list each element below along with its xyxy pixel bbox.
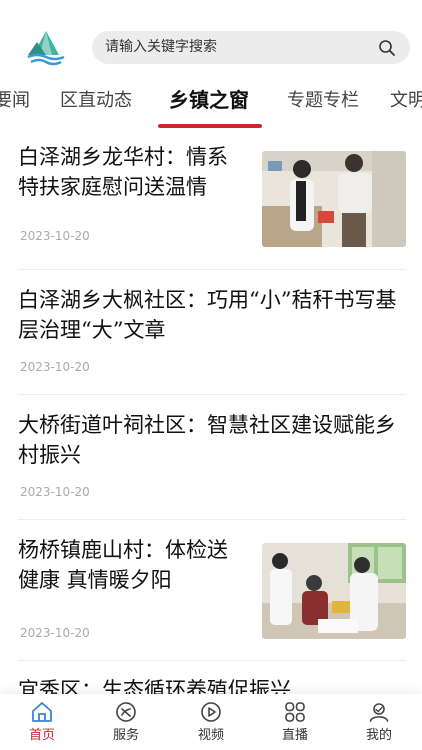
tab-quzhi-dongtai[interactable]: 区直动态 (60, 89, 132, 113)
service-icon (116, 702, 136, 722)
article-card[interactable]: 宜秀区：生态循环养殖促振兴 (18, 675, 406, 695)
article-title: 白泽湖乡龙华村：情系特扶家庭慰问送温情 (18, 145, 228, 199)
article-title: 白泽湖乡大枫社区：巧用“小”秸秆书写基层治理“大”文章 (18, 288, 397, 342)
feed-divider (18, 269, 406, 270)
article-thumbnail (262, 151, 406, 247)
tab-wenming[interactable]: 文明 (390, 89, 422, 113)
home-icon (32, 702, 52, 722)
nav-label: 服务 (112, 728, 139, 743)
article-feed: 白泽湖乡龙华村：情系特扶家庭慰问送温情 2023-10-20 白泽湖乡大枫社区：… (0, 130, 422, 695)
article-title: 杨桥镇鹿山村：体检送健康 真情暖夕阳 (18, 538, 228, 592)
article-card[interactable]: 大桥街道叶祠社区：智慧社区建设赋能乡村振兴 2023-10-20 (18, 410, 406, 515)
article-date: 2023-10-20 (20, 626, 90, 640)
category-tabs: 要闻 区直动态 乡镇之窗 专题专栏 文明 (0, 80, 422, 130)
article-card[interactable]: 杨桥镇鹿山村：体检送健康 真情暖夕阳 2023-10-20 (18, 535, 406, 655)
search-placeholder: 请输入关键字搜索 (105, 39, 217, 55)
nav-label: 视频 (197, 728, 224, 743)
article-thumbnail (262, 543, 406, 639)
feed-divider (18, 394, 406, 395)
search-icon[interactable] (378, 39, 396, 57)
video-icon (201, 702, 221, 722)
article-title: 大桥街道叶祠社区：智慧社区建设赋能乡村振兴 (18, 413, 396, 467)
nav-home[interactable]: 首页 (12, 700, 72, 745)
nav-mine[interactable]: 我的 (349, 700, 409, 745)
tab-xiangzhen-zhichuang[interactable]: 乡镇之窗 (169, 88, 249, 112)
article-card[interactable]: 白泽湖乡大枫社区：巧用“小”秸秆书写基层治理“大”文章 2023-10-20 (18, 285, 406, 390)
article-card[interactable]: 白泽湖乡龙华村：情系特扶家庭慰问送温情 2023-10-20 (18, 142, 406, 260)
live-grid-icon (285, 702, 305, 722)
nav-label: 直播 (281, 728, 308, 743)
article-date: 2023-10-20 (20, 360, 90, 374)
article-date: 2023-10-20 (20, 485, 90, 499)
top-bar: 请输入关键字搜索 (0, 0, 422, 80)
nav-live[interactable]: 直播 (265, 700, 325, 745)
nav-label: 首页 (28, 728, 55, 743)
user-icon (369, 703, 389, 722)
bottom-nav: 首页 服务 视频 直播 我的 (0, 694, 422, 750)
article-title: 宜秀区：生态循环养殖促振兴 (18, 678, 291, 695)
nav-label: 我的 (365, 728, 392, 743)
nav-service[interactable]: 服务 (96, 700, 156, 745)
article-date: 2023-10-20 (20, 229, 90, 243)
feed-divider (18, 519, 406, 520)
tab-yaowen[interactable]: 要闻 (0, 89, 30, 113)
search-bar[interactable]: 请输入关键字搜索 (92, 31, 410, 64)
nav-video[interactable]: 视频 (181, 700, 241, 745)
app-logo-icon (27, 31, 65, 66)
active-tab-indicator (158, 124, 262, 128)
tab-zhuanti-zhuanlan[interactable]: 专题专栏 (287, 89, 359, 113)
feed-divider (18, 660, 406, 661)
